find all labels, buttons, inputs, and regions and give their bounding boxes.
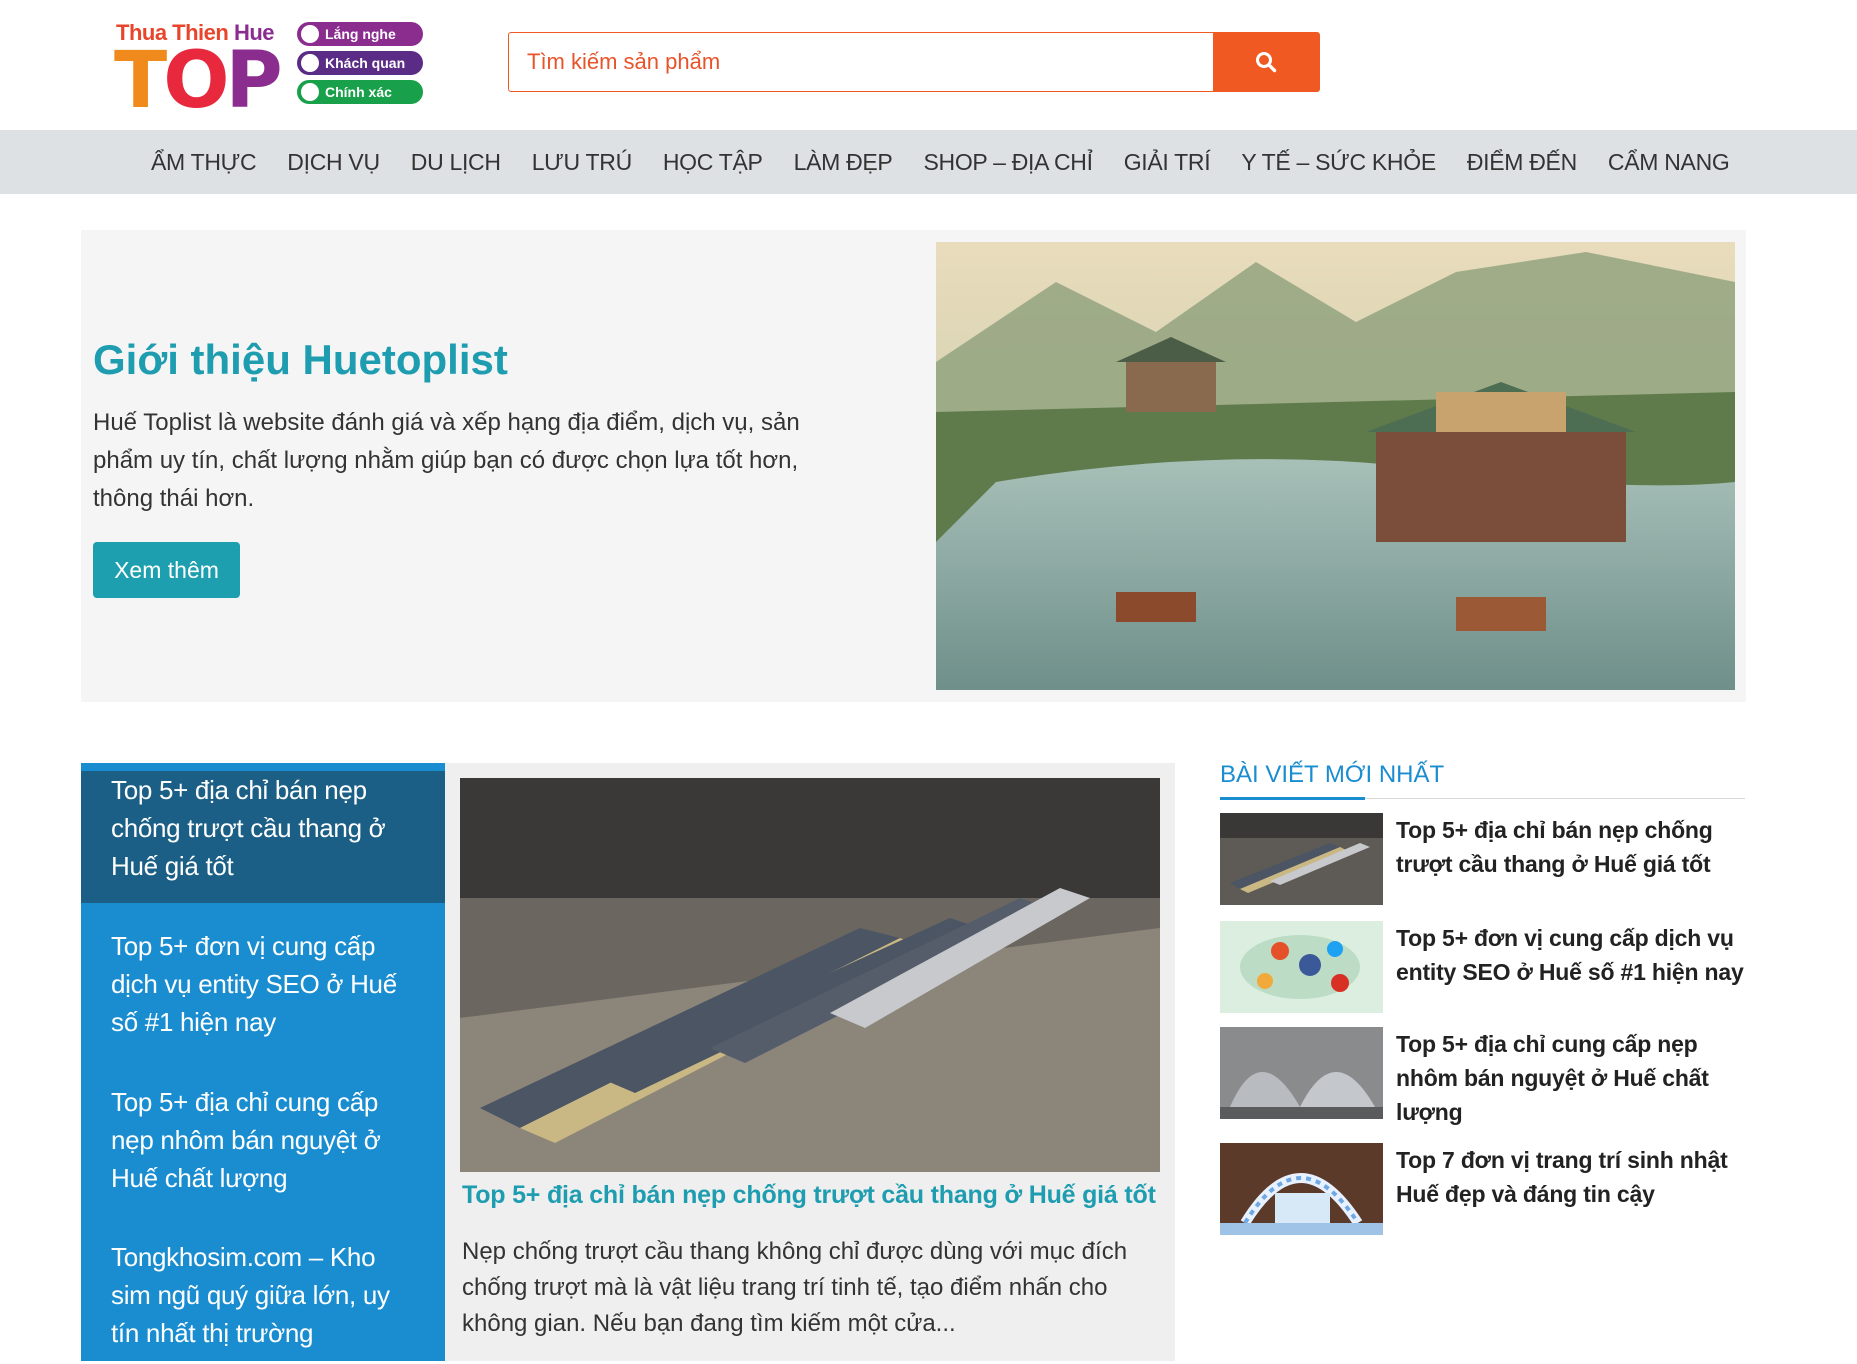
- latest-post-thumbnail[interactable]: [1220, 1143, 1383, 1235]
- search-bar: [508, 32, 1320, 92]
- featured-post-excerpt: Nẹp chống trượt cầu thang không chỉ được…: [462, 1238, 1128, 1337]
- nav-item-hoc-tap[interactable]: HỌC TẬP: [663, 149, 763, 176]
- search-button[interactable]: [1213, 33, 1319, 91]
- latest-post-title[interactable]: Top 5+ địa chỉ cung cấp nẹp nhôm bán ngu…: [1396, 1027, 1746, 1129]
- featured-list-item[interactable]: Tongkhosim.com – Kho sim ngũ quý giữa lớ…: [81, 1238, 445, 1352]
- nav-item-dich-vu[interactable]: DỊCH VỤ: [287, 149, 380, 176]
- latest-posts-heading: BÀI VIẾT MỚI NHẤT: [1220, 757, 1745, 800]
- latest-post-thumbnail[interactable]: [1220, 1027, 1383, 1119]
- featured-post-title[interactable]: Top 5+ địa chỉ bán nẹp chống trượt cầu t…: [462, 1181, 1156, 1210]
- hero-description: Huế Toplist là website đánh giá và xếp h…: [93, 409, 800, 512]
- hero-read-more-button[interactable]: Xem thêm: [93, 542, 240, 598]
- nav-item-lam-dep[interactable]: LÀM ĐẸP: [794, 149, 893, 176]
- logo-tag-lang-nghe: Lắng nghe: [297, 22, 423, 46]
- nav-item-giai-tri[interactable]: GIẢI TRÍ: [1124, 149, 1211, 176]
- featured-post: Top 5+ địa chỉ bán nẹp chống trượt cầu t…: [445, 763, 1175, 1361]
- nav-item-cam-nang[interactable]: CẨM NANG: [1608, 149, 1730, 176]
- logo-tag-khach-quan: Khách quan: [297, 51, 423, 75]
- hero-section: Giới thiệu Huetoplist Huế Toplist là web…: [81, 230, 1746, 702]
- site-logo[interactable]: Thua Thien Hue TOP Lắng nghe Khách quan …: [114, 18, 434, 120]
- latest-post-item[interactable]: Top 5+ địa chỉ cung cấp nẹp nhôm bán ngu…: [1220, 1027, 1745, 1125]
- nav-item-y-te[interactable]: Y TẾ – SỨC KHỎE: [1241, 149, 1436, 176]
- featured-post-list: Top 5+ địa chỉ bán nẹp chống trượt cầu t…: [81, 763, 445, 1361]
- latest-post-item[interactable]: Top 5+ đơn vị cung cấp dịch vụ entity SE…: [1220, 921, 1745, 1013]
- featured-list-item[interactable]: Top 5+ địa chỉ cung cấp nẹp nhôm bán ngu…: [81, 1083, 445, 1197]
- latest-post-thumbnail[interactable]: [1220, 813, 1383, 905]
- latest-post-thumbnail[interactable]: [1220, 921, 1383, 1013]
- logo-top-wordmark: TOP: [114, 36, 283, 126]
- hero-image: [936, 242, 1735, 690]
- star-icon: O: [163, 36, 229, 126]
- nav-item-luu-tru[interactable]: LƯU TRÚ: [532, 149, 632, 176]
- featured-list-item[interactable]: Top 5+ địa chỉ bán nẹp chống trượt cầu t…: [81, 771, 445, 903]
- featured-list-item[interactable]: Top 5+ đơn vị cung cấp dịch vụ entity SE…: [81, 927, 445, 1041]
- logo-tag-chinh-xac: Chính xác: [297, 80, 423, 104]
- latest-post-item[interactable]: Top 7 đơn vị trang trí sinh nhật Huế đẹp…: [1220, 1143, 1745, 1235]
- nav-item-du-lich[interactable]: DU LỊCH: [411, 149, 501, 176]
- latest-posts-sidebar: BÀI VIẾT MỚI NHẤT Top 5+ địa chỉ bán nẹp…: [1220, 757, 1745, 1235]
- nav-item-diem-den[interactable]: ĐIỂM ĐẾN: [1467, 149, 1577, 176]
- latest-post-title[interactable]: Top 7 đơn vị trang trí sinh nhật Huế đẹp…: [1396, 1143, 1746, 1211]
- latest-post-title[interactable]: Top 5+ đơn vị cung cấp dịch vụ entity SE…: [1396, 921, 1746, 989]
- main-nav: ẨM THỰC DỊCH VỤ DU LỊCH LƯU TRÚ HỌC TẬP …: [0, 130, 1857, 194]
- search-icon: [1256, 52, 1277, 73]
- hero-title: Giới thiệu Huetoplist: [93, 336, 508, 383]
- featured-post-image[interactable]: [460, 778, 1160, 1172]
- search-input[interactable]: [509, 33, 1213, 91]
- nav-item-am-thuc[interactable]: ẨM THỰC: [151, 149, 257, 176]
- nav-item-shop-dia-chi[interactable]: SHOP – ĐỊA CHỈ: [923, 149, 1093, 176]
- latest-post-item[interactable]: Top 5+ địa chỉ bán nẹp chống trượt cầu t…: [1220, 813, 1745, 905]
- latest-post-title[interactable]: Top 5+ địa chỉ bán nẹp chống trượt cầu t…: [1396, 813, 1746, 881]
- site-header: Thua Thien Hue TOP Lắng nghe Khách quan …: [0, 0, 1857, 130]
